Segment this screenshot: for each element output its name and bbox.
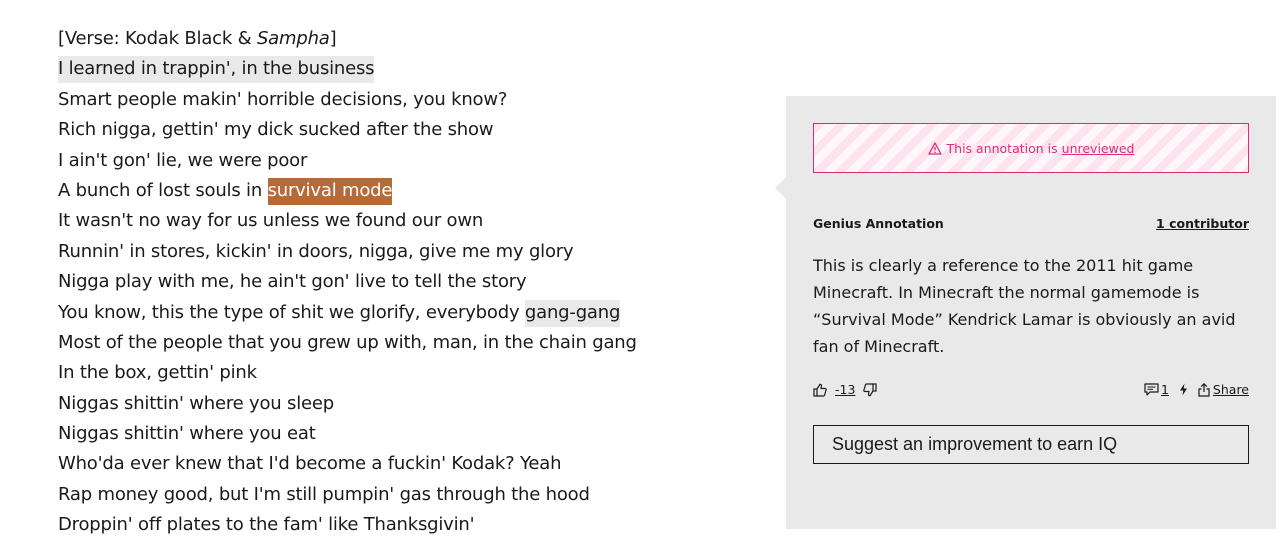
- lyric-line: In the box, gettin' pink: [58, 362, 257, 384]
- lyric-line: Niggas shittin' where you eat: [58, 423, 316, 445]
- verse-header-suffix: ]: [329, 28, 337, 49]
- lyrics-body: [Verse: Kodak Black & Sampha] I learned …: [58, 24, 758, 541]
- verse-header-artist: Sampha: [256, 28, 330, 49]
- warning-icon: [927, 141, 942, 155]
- unreviewed-text: This annotation is: [946, 140, 1058, 156]
- annotated-lyric-active[interactable]: survival mode: [267, 177, 392, 205]
- lyric-line: A bunch of lost souls in survival mode: [58, 176, 758, 206]
- annotation-actions: -13 1 Share: [813, 382, 1249, 397]
- lyric-line: Rap money good, but I'm still pumpin' ga…: [58, 483, 590, 505]
- lyric-line: Who'da ever knew that I'd become a fucki…: [58, 453, 562, 475]
- contributors-link[interactable]: 1 contributor: [1156, 216, 1249, 231]
- thumbs-down-icon[interactable]: [863, 382, 878, 397]
- unreviewed-banner: This annotation is unreviewed: [813, 123, 1249, 173]
- lyric-line: Most of the people that you grew up with…: [58, 331, 637, 353]
- lyric-line: I ain't gon' lie, we were poor: [58, 149, 308, 171]
- lyric-line: Droppin' off plates to the fam' like Tha…: [58, 514, 475, 536]
- lyric-line: Niggas shittin' where you sleep: [58, 392, 334, 414]
- annotation-panel: This annotation is unreviewed Genius Ann…: [786, 96, 1276, 529]
- vote-count[interactable]: -13: [835, 382, 855, 397]
- verse-header-prefix: [Verse: Kodak Black &: [58, 28, 257, 49]
- annotated-lyric[interactable]: gang-gang: [524, 299, 620, 327]
- annotation-header: Genius Annotation 1 contributor: [813, 216, 1249, 231]
- lyric-text: You know, this the type of shit we glori…: [58, 301, 525, 323]
- lyric-line: Rich nigga, gettin' my dick sucked after…: [58, 119, 494, 141]
- lyric-line: I learned in trappin', in the business: [58, 54, 758, 84]
- lyric-line: It wasn't no way for us unless we found …: [58, 210, 484, 232]
- comments-button[interactable]: 1: [1144, 382, 1169, 397]
- lyric-text: A bunch of lost souls in: [58, 179, 268, 201]
- verse-header: [Verse: Kodak Black & Sampha]: [58, 24, 758, 54]
- annotated-lyric[interactable]: I learned in trappin', in the business: [58, 56, 375, 84]
- comment-count: 1: [1160, 382, 1169, 397]
- annotation-body: This is clearly a reference to the 2011 …: [813, 256, 1236, 356]
- unreviewed-link[interactable]: unreviewed: [1062, 141, 1135, 156]
- comment-icon: [1144, 383, 1159, 396]
- annotation-label: Genius Annotation: [813, 216, 944, 231]
- lyric-line: You know, this the type of shit we glori…: [58, 298, 758, 328]
- share-icon: [1198, 382, 1210, 397]
- lyric-line: Runnin' in stores, kickin' in doors, nig…: [58, 240, 574, 262]
- lyric-line: Smart people makin' horrible decisions, …: [58, 88, 508, 110]
- share-button[interactable]: Share: [1198, 382, 1249, 397]
- thumbs-up-icon[interactable]: [813, 383, 827, 397]
- suggest-improvement-button[interactable]: Suggest an improvement to earn IQ: [813, 425, 1249, 464]
- share-label: Share: [1212, 382, 1249, 397]
- lightning-icon[interactable]: [1179, 383, 1188, 396]
- lyric-line: Nigga play with me, he ain't gon' live t…: [58, 271, 527, 293]
